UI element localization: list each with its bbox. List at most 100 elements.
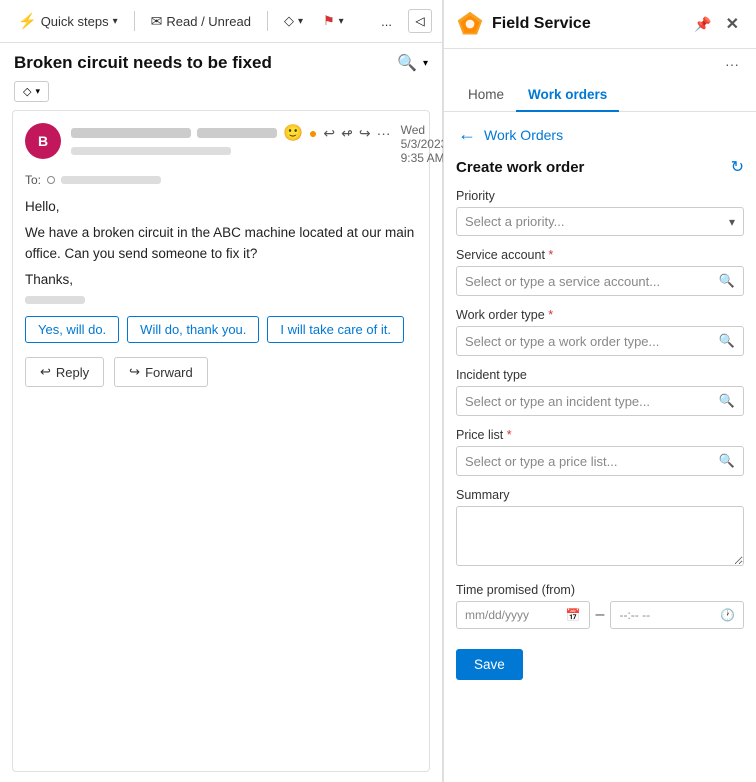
to-circle-icon bbox=[47, 176, 55, 184]
time-placeholder: --:-- -- bbox=[619, 608, 650, 622]
reply-button[interactable]: ↩ Reply bbox=[25, 357, 104, 387]
close-icon: ✕ bbox=[726, 16, 739, 33]
envelope-icon: ✉ bbox=[151, 13, 163, 30]
chevron-down-icon: ▾ bbox=[113, 16, 118, 27]
subject-icons: 🔍 ▾ bbox=[397, 53, 428, 73]
priority-label: Priority bbox=[456, 189, 744, 203]
date-input[interactable]: mm/dd/yyyy 📅 bbox=[456, 601, 590, 629]
tag-small-button[interactable]: ◇ ▾ bbox=[14, 81, 49, 102]
reply-forward-row: ↩ Reply ↪ Forward bbox=[25, 357, 417, 387]
work-order-type-search-icon: 🔍 bbox=[719, 333, 735, 349]
more-button[interactable]: ... bbox=[373, 10, 400, 33]
quick-reply-2[interactable]: Will do, thank you. bbox=[127, 316, 259, 343]
service-account-placeholder: Select or type a service account... bbox=[465, 274, 660, 289]
tag-button[interactable]: ◇ ▾ bbox=[276, 9, 311, 33]
email-body-main: We have a broken circuit in the ABC mach… bbox=[25, 223, 417, 264]
service-account-required: * bbox=[548, 248, 553, 262]
quick-reply-3[interactable]: I will take care of it. bbox=[267, 316, 404, 343]
time-dash: – bbox=[596, 606, 605, 624]
reply-all-icon-header[interactable]: ↫ bbox=[341, 125, 353, 142]
refresh-icon: ↻ bbox=[731, 159, 744, 176]
more-email-icon[interactable]: ··· bbox=[377, 125, 391, 141]
forward-icon-header[interactable]: ↪ bbox=[359, 125, 371, 142]
email-subject: Broken circuit needs to be fixed bbox=[14, 53, 272, 73]
incident-type-label: Incident type bbox=[456, 368, 744, 382]
sender-sub-blur bbox=[71, 147, 231, 155]
reply-label: Reply bbox=[56, 365, 89, 380]
save-button[interactable]: Save bbox=[456, 649, 523, 680]
more-dots-icon: ... bbox=[381, 14, 392, 29]
email-signature: Thanks, bbox=[25, 270, 417, 290]
forward-arrow-icon: ↪ bbox=[129, 364, 140, 380]
tag-small-icon: ◇ bbox=[23, 85, 31, 98]
lightning-icon: ⚡ bbox=[18, 12, 37, 30]
summary-textarea[interactable] bbox=[456, 506, 744, 566]
email-date: Wed 5/3/2023 9:35 AM bbox=[401, 123, 448, 165]
field-service-panel: Field Service 📌 ✕ ··· Home Work orders ←… bbox=[443, 0, 756, 782]
email-panel: ⚡ Quick steps ▾ ✉ Read / Unread ◇ ▾ ⚑ ▾ … bbox=[0, 0, 443, 782]
collapse-icon: ◁ bbox=[415, 14, 424, 28]
close-button[interactable]: ✕ bbox=[721, 11, 744, 37]
work-order-type-label: Work order type * bbox=[456, 308, 744, 322]
priority-select[interactable]: Select a priority... ▾ bbox=[456, 207, 744, 236]
emoji-icon[interactable]: 🙂 bbox=[283, 123, 303, 143]
quick-steps-button[interactable]: ⚡ Quick steps ▾ bbox=[10, 8, 126, 34]
incident-type-input[interactable]: Select or type an incident type... 🔍 bbox=[456, 386, 744, 416]
clock-icon: 🕐 bbox=[720, 608, 735, 622]
avatar: B bbox=[25, 123, 61, 159]
tab-work-orders[interactable]: Work orders bbox=[516, 79, 619, 112]
fs-section-header: Create work order ↻ bbox=[456, 157, 744, 177]
fs-more-button[interactable]: ··· bbox=[720, 53, 744, 75]
work-order-type-input[interactable]: Select or type a work order type... 🔍 bbox=[456, 326, 744, 356]
service-account-label: Service account * bbox=[456, 248, 744, 262]
quick-steps-label: Quick steps bbox=[41, 14, 109, 29]
fs-title: Field Service bbox=[492, 15, 681, 33]
quick-reply-1[interactable]: Yes, will do. bbox=[25, 316, 119, 343]
read-unread-label: Read / Unread bbox=[166, 14, 251, 29]
price-list-input[interactable]: Select or type a price list... 🔍 bbox=[456, 446, 744, 476]
refresh-button[interactable]: ↻ bbox=[731, 157, 744, 177]
signature-blur bbox=[25, 296, 85, 304]
incident-type-group: Incident type Select or type an incident… bbox=[456, 368, 744, 416]
fs-more-dots-icon: ··· bbox=[725, 56, 739, 72]
zoom-icon[interactable]: 🔍 bbox=[397, 53, 417, 73]
priority-group: Priority Select a priority... ▾ bbox=[456, 189, 744, 236]
collapse-button[interactable]: ◁ bbox=[408, 9, 432, 33]
email-subject-bar: Broken circuit needs to be fixed 🔍 ▾ bbox=[0, 43, 442, 79]
email-header: B 🙂 ● ↩ ↫ ↪ ··· Wed 5/3/2023 9:35 AM bbox=[25, 123, 417, 165]
fs-content: ← Work Orders Create work order ↻ Priori… bbox=[444, 112, 756, 782]
priority-placeholder: Select a priority... bbox=[465, 214, 564, 229]
service-account-input[interactable]: Select or type a service account... 🔍 bbox=[456, 266, 744, 296]
quick-reply-row: Yes, will do. Will do, thank you. I will… bbox=[25, 316, 417, 343]
fs-nav-row: ← Work Orders bbox=[456, 122, 744, 147]
forward-button[interactable]: ↪ Forward bbox=[114, 357, 208, 387]
pin-icon: 📌 bbox=[694, 16, 711, 32]
time-promised-label: Time promised (from) bbox=[456, 583, 744, 597]
calendar-icon: 📅 bbox=[566, 608, 581, 622]
back-button[interactable]: ← bbox=[456, 122, 478, 147]
date-placeholder: mm/dd/yyyy bbox=[465, 608, 529, 622]
flag-icon: ⚑ bbox=[323, 13, 335, 29]
avatar-initials: B bbox=[38, 133, 48, 149]
tag-chevron-icon: ▾ bbox=[298, 16, 303, 27]
time-promised-group: Time promised (from) mm/dd/yyyy 📅 – --:-… bbox=[456, 583, 744, 629]
read-unread-button[interactable]: ✉ Read / Unread bbox=[143, 9, 259, 34]
time-input[interactable]: --:-- -- 🕐 bbox=[610, 601, 744, 629]
create-work-order-title: Create work order bbox=[456, 159, 584, 176]
back-label[interactable]: Work Orders bbox=[484, 127, 563, 143]
service-account-search-icon: 🔍 bbox=[719, 273, 735, 289]
forward-label: Forward bbox=[145, 365, 193, 380]
reply-arrow-icon: ↩ bbox=[40, 364, 51, 380]
fs-header-actions: 📌 ✕ bbox=[689, 11, 744, 37]
price-list-group: Price list * Select or type a price list… bbox=[456, 428, 744, 476]
incident-type-placeholder: Select or type an incident type... bbox=[465, 394, 650, 409]
to-row: To: bbox=[25, 173, 417, 187]
tab-home[interactable]: Home bbox=[456, 79, 516, 112]
tag-chevron-small-icon: ▾ bbox=[35, 86, 40, 97]
fs-header: Field Service 📌 ✕ bbox=[444, 0, 756, 49]
reply-icon-header[interactable]: ↩ bbox=[323, 125, 335, 142]
sender-name-blur bbox=[71, 128, 191, 138]
pin-button[interactable]: 📌 bbox=[689, 11, 716, 37]
orange-circle-icon: ● bbox=[309, 125, 317, 141]
flag-button[interactable]: ⚑ ▾ bbox=[315, 9, 352, 33]
